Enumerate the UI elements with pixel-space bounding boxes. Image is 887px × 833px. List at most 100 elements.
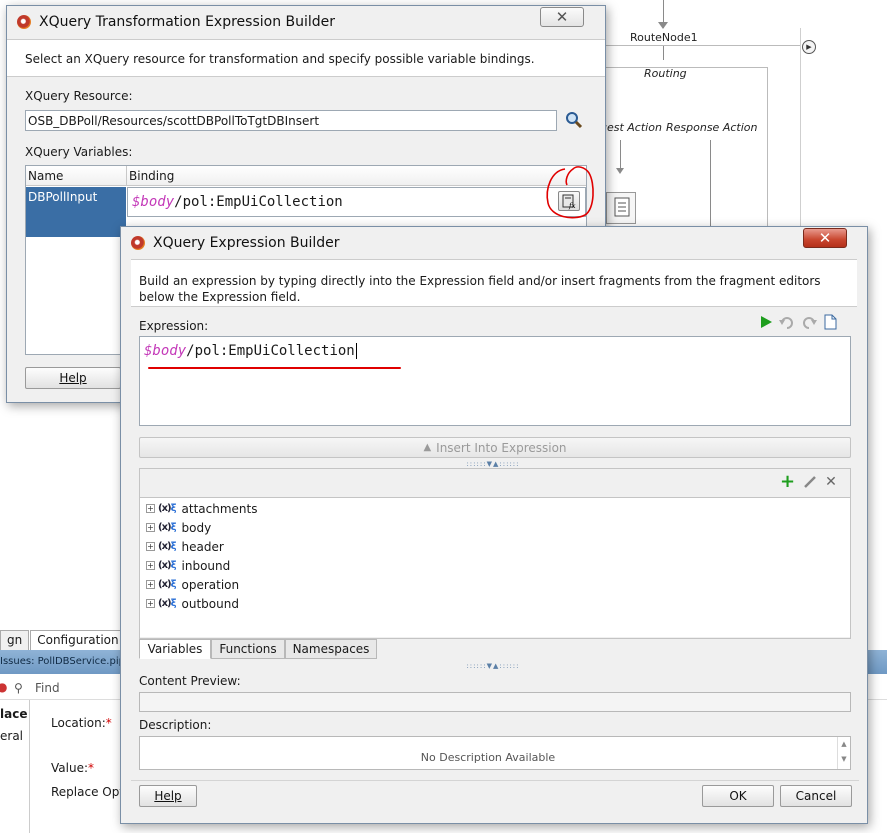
outer-close-button[interactable]: ✕: [540, 7, 584, 27]
footer-separator: [131, 780, 859, 781]
magnifier-icon: [566, 112, 583, 129]
description-label: Description:: [139, 718, 212, 732]
description-scrollbar[interactable]: ▲ ▼: [837, 737, 850, 769]
inner-help-button[interactable]: Help: [139, 785, 197, 807]
annotation-underline: [148, 367, 401, 369]
col-binding-header[interactable]: Binding: [129, 169, 174, 183]
expand-icon[interactable]: +: [146, 580, 155, 589]
tab-configuration[interactable]: Configuration: [30, 630, 126, 650]
list-item[interactable]: + (x)ξ attachments: [146, 499, 257, 518]
binding-input[interactable]: $body/pol:EmpUiCollection: [127, 187, 586, 217]
undo-icon[interactable]: [779, 315, 795, 329]
flow-connector-2: [663, 46, 664, 60]
expression-toolbar: [759, 314, 837, 330]
description-text: No Description Available: [420, 751, 556, 764]
error-icon: ●: [0, 680, 8, 694]
resource-value: OSB_DBPoll/Resources/scottDBPollToTgtDBI…: [28, 114, 320, 128]
tree-item-label: inbound: [181, 558, 231, 573]
outer-instructions: Select an XQuery resource for transforma…: [25, 52, 535, 66]
expand-icon[interactable]: +: [146, 504, 155, 513]
inner-title-bar: XQuery Expression Builder: [121, 227, 867, 259]
editor-tabs: gn Configuration: [0, 630, 127, 650]
variables-tree: + (x)ξ attachments + (x)ξ body + (x)ξ header +…: [140, 497, 850, 637]
insert-into-expression-button[interactable]: ▲ Insert Into Expression: [139, 437, 851, 458]
tab-functions[interactable]: Functions: [211, 639, 285, 659]
oracle-app-icon: [17, 15, 31, 29]
expression-label: Expression:: [139, 319, 209, 333]
tab-variables[interactable]: Variables: [139, 639, 211, 659]
variables-label: XQuery Variables:: [25, 145, 133, 159]
response-action-label: Response Action: [666, 121, 758, 134]
col-divider: [126, 166, 127, 186]
value-label: Value:*: [51, 761, 94, 775]
tree-item-label: outbound: [181, 596, 239, 611]
edit-pencil-icon[interactable]: [803, 475, 817, 489]
list-item[interactable]: + (x)ξ outbound: [146, 594, 239, 613]
replace-option-label: Replace Opt: [51, 785, 125, 799]
issues-label: Issues: PollDBService.pip: [0, 656, 125, 667]
variable-icon: (x)ξ: [158, 503, 177, 514]
row-name-cell: DBPollInput: [28, 190, 98, 204]
resource-field[interactable]: OSB_DBPoll/Resources/scottDBPollToTgtDBI…: [25, 110, 557, 131]
ok-button[interactable]: OK: [702, 785, 774, 807]
add-icon[interactable]: +: [780, 473, 795, 491]
description-field: No Description Available ▲ ▼: [139, 736, 851, 770]
inner-help-label: Help: [154, 789, 182, 803]
expand-icon[interactable]: +: [146, 523, 155, 532]
splitter-handle[interactable]: ::::::▼▲::::::: [451, 662, 535, 670]
side-item-general[interactable]: eral: [0, 729, 23, 743]
browse-search-button[interactable]: [565, 111, 583, 132]
redo-icon[interactable]: [801, 315, 817, 329]
run-icon[interactable]: [759, 315, 773, 329]
table-header: Name Binding: [26, 166, 586, 186]
tab-namespaces[interactable]: Namespaces: [285, 639, 377, 659]
side-item-replace[interactable]: lace: [0, 707, 27, 721]
variable-icon: (x)ξ: [158, 560, 177, 571]
delete-icon[interactable]: ✕: [825, 474, 837, 490]
list-item[interactable]: + (x)ξ operation: [146, 575, 239, 594]
content-preview-label: Content Preview:: [139, 674, 241, 688]
col-name-header[interactable]: Name: [28, 169, 63, 183]
splitter-handle[interactable]: ::::::▼▲::::::: [451, 460, 535, 468]
outer-title: XQuery Transformation Expression Builder: [39, 14, 336, 30]
routing-label: Routing: [644, 67, 687, 80]
request-line: [620, 140, 621, 170]
list-item[interactable]: + (x)ξ header: [146, 537, 224, 556]
content-preview-field: [139, 692, 851, 712]
insert-label: Insert Into Expression: [436, 440, 567, 455]
expression-text: $body/pol:EmpUiCollection: [144, 343, 357, 359]
route-node-border: [600, 45, 800, 46]
fragment-tabs: Variables Functions Namespaces: [139, 639, 379, 660]
expand-icon[interactable]: +: [146, 599, 155, 608]
tab-design[interactable]: gn: [0, 630, 30, 650]
xquery-expression-builder-dialog: XQuery Expression Builder ✕ Build an exp…: [120, 226, 868, 824]
search-icon: ⚲: [14, 681, 23, 695]
inner-title: XQuery Expression Builder: [153, 235, 340, 251]
find-input[interactable]: Find: [35, 681, 60, 695]
cancel-button[interactable]: Cancel: [780, 785, 852, 807]
transform-node[interactable]: [606, 192, 636, 224]
expand-icon[interactable]: +: [146, 542, 155, 551]
outer-title-bar: XQuery Transformation Expression Builder: [7, 6, 605, 38]
expression-editor[interactable]: $body/pol:EmpUiCollection: [139, 336, 851, 426]
route-node-label: RouteNode1: [630, 31, 698, 44]
request-action-label: uest Action: [600, 121, 662, 134]
variable-icon: (x)ξ: [158, 598, 177, 609]
outer-instructions-panel: Select an XQuery resource for transforma…: [7, 39, 605, 77]
clear-page-icon[interactable]: [823, 314, 837, 330]
list-item[interactable]: + (x)ξ body: [146, 518, 211, 537]
document-icon: [614, 197, 630, 217]
oracle-app-icon: [131, 236, 145, 250]
play-icon[interactable]: ▶: [802, 40, 816, 54]
inner-instructions: Build an expression by typing directly i…: [139, 274, 821, 304]
outer-help-button[interactable]: Help: [25, 367, 121, 389]
location-label: Location:*: [51, 716, 112, 730]
inner-close-button[interactable]: ✕: [803, 228, 847, 248]
list-item[interactable]: + (x)ξ inbound: [146, 556, 230, 575]
flow-arrow: [658, 22, 668, 29]
table-row[interactable]: DBPollInput: [26, 187, 126, 237]
variable-icon: (x)ξ: [158, 541, 177, 552]
annotation-circle: [546, 166, 594, 219]
inner-instructions-panel: Build an expression by typing directly i…: [131, 259, 857, 307]
expand-icon[interactable]: +: [146, 561, 155, 570]
